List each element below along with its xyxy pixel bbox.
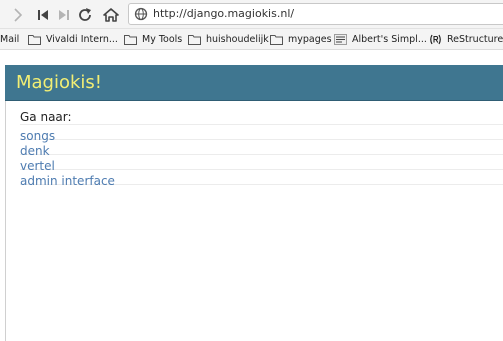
site-header: Magiokis!	[5, 65, 503, 101]
list-item: songs	[20, 125, 503, 143]
bookmark-my-tools[interactable]: My Tools	[124, 32, 182, 47]
list-item: vertel	[20, 155, 503, 173]
bookmark-label: Vivaldi Intern...	[46, 34, 118, 45]
bookmark-restructured[interactable]: ReStructured	[429, 32, 503, 47]
bookmark-label: Mail	[0, 34, 20, 45]
list-item: admin interface	[20, 170, 503, 188]
list-item: denk	[20, 140, 503, 158]
link-admin-interface[interactable]: admin interface	[20, 174, 115, 188]
home-icon[interactable]	[101, 5, 121, 25]
folder-icon	[188, 35, 201, 45]
main-content: Ga naar: songs denk vertel admin interfa…	[20, 110, 503, 188]
forward-icon[interactable]	[8, 5, 28, 25]
folder-icon	[28, 35, 41, 45]
fast-forward-icon[interactable]	[54, 5, 74, 25]
reload-icon[interactable]	[75, 5, 95, 25]
globe-icon	[134, 7, 148, 21]
folder-icon	[124, 35, 137, 45]
folder-icon	[270, 35, 283, 45]
bookmark-mypages[interactable]: mypages	[270, 32, 332, 47]
content-spacer	[0, 50, 503, 65]
bookmark-label: My Tools	[142, 34, 183, 45]
bookmark-mail[interactable]: Mail	[0, 32, 19, 47]
nav-link-list: songs denk vertel admin interface	[20, 125, 503, 188]
bookmark-huishoudelijk[interactable]: huishoudelijk	[188, 32, 269, 47]
bookmark-alberts-simpl[interactable]: Albert's Simpl...	[334, 32, 427, 47]
page-border	[5, 65, 6, 341]
bookmark-label: huishoudelijk	[206, 34, 269, 45]
bookmark-label: mypages	[288, 34, 332, 45]
bookmarks-bar: Mail Vivaldi Intern... My Tools huishoud…	[0, 29, 503, 50]
rewind-icon[interactable]	[33, 5, 53, 25]
bookmark-label: ReStructured	[447, 34, 503, 45]
bookmark-label: Albert's Simpl...	[352, 34, 427, 45]
url-text[interactable]: http://django.magiokis.nl/	[153, 7, 294, 21]
restructured-favicon-icon	[430, 34, 441, 45]
bookmark-vivaldi-internal[interactable]: Vivaldi Intern...	[28, 32, 118, 47]
address-bar[interactable]: http://django.magiokis.nl/	[128, 3, 503, 25]
site-title: Magiokis!	[16, 72, 103, 93]
browser-toolbar: http://django.magiokis.nl/	[0, 0, 503, 29]
site-favicon-icon	[334, 34, 347, 45]
intro-text: Ga naar:	[20, 110, 503, 125]
